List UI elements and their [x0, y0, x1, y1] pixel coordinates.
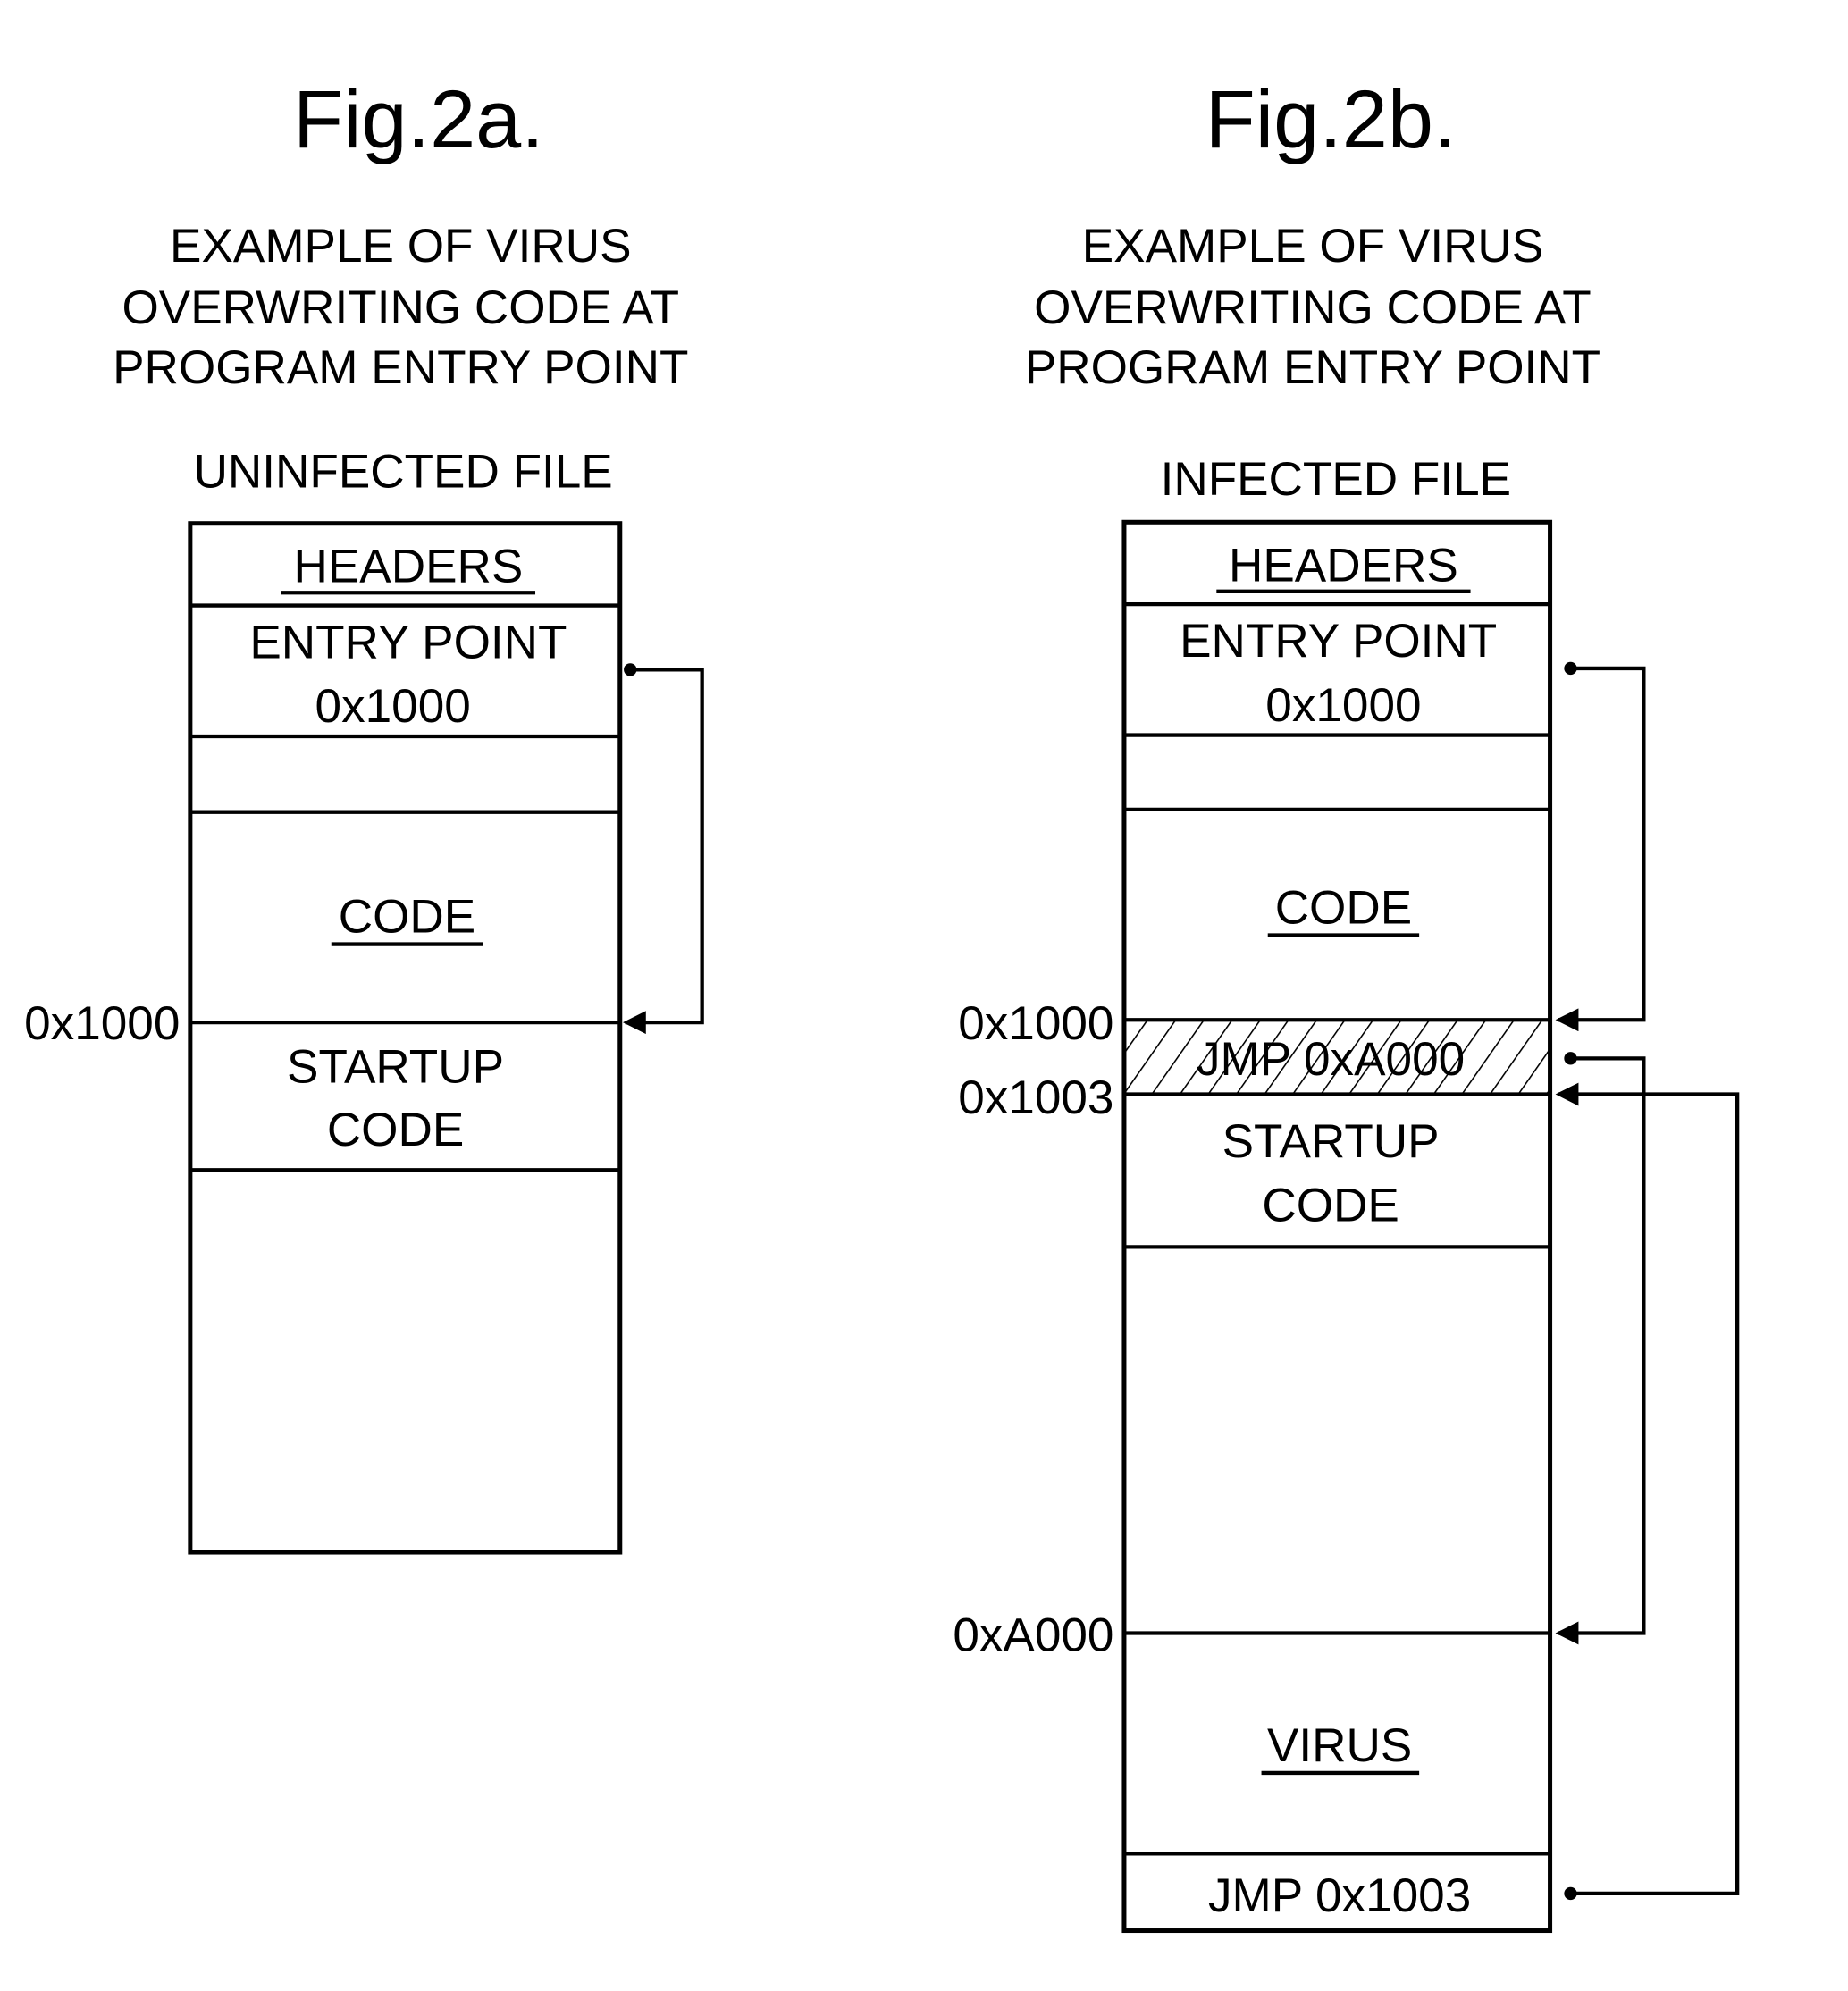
section-code: CODE: [331, 891, 483, 946]
infected-file-block: HEADERS ENTRY POINT 0x1000 CODE JMP 0xA0…: [1121, 519, 1553, 1934]
figure-caption-line: OVERWRITING CODE AT: [1034, 281, 1592, 334]
arrow-path: [622, 668, 704, 1035]
figure-2a: Fig.2a. EXAMPLE OF VIRUS OVERWRITING COD…: [24, 74, 704, 1555]
section-label: ENTRY POINT: [249, 616, 567, 668]
section-label: CODE: [327, 1104, 464, 1156]
uninfected-file-block: HEADERS ENTRY POINT 0x1000 CODE STARTUP …: [188, 521, 623, 1555]
section-label: VIRUS: [1267, 1719, 1412, 1772]
section-headers: HEADERS: [281, 541, 536, 595]
figure-2b: Fig.2b. EXAMPLE OF VIRUS OVERWRITING COD…: [953, 74, 1740, 1934]
section-label: ENTRY POINT: [1180, 615, 1497, 668]
section-label: JMP 0x1003: [1208, 1869, 1471, 1922]
jmp-back-to-startup-arrow: [1555, 1082, 1740, 1901]
section-code: CODE: [1267, 882, 1420, 937]
section-virus: VIRUS: [1261, 1719, 1420, 1776]
figure-caption-line: OVERWRITING CODE AT: [122, 281, 679, 334]
file-label: UNINFECTED FILE: [194, 446, 613, 499]
file-outline: [188, 521, 623, 1555]
patent-figure-page: Fig.2a. EXAMPLE OF VIRUS OVERWRITING COD…: [0, 0, 1848, 1991]
figure-caption-line: EXAMPLE OF VIRUS: [170, 220, 631, 273]
section-label: HEADERS: [294, 541, 524, 593]
section-label: 0x1000: [1265, 679, 1421, 732]
figure-caption-line: PROGRAM ENTRY POINT: [113, 341, 688, 394]
section-label: CODE: [339, 891, 475, 944]
section-label: JMP 0xA000: [1197, 1033, 1465, 1086]
jmp-to-virus-arrow: [1555, 1052, 1646, 1645]
address-label: 0x1000: [24, 997, 180, 1050]
entry-point-arrow: [622, 663, 704, 1035]
arrow-path: [1555, 666, 1646, 1032]
address-label: 0x1000: [958, 997, 1113, 1050]
section-label: STARTUP: [1222, 1115, 1440, 1168]
section-label: CODE: [1262, 1180, 1399, 1232]
figure-caption-line: EXAMPLE OF VIRUS: [1082, 220, 1543, 273]
address-label: 0x1003: [958, 1071, 1113, 1124]
section-headers: HEADERS: [1216, 539, 1471, 593]
arrow-path: [1555, 1082, 1740, 1896]
file-label: INFECTED FILE: [1161, 453, 1511, 506]
section-jmp-0x1003: JMP 0x1003: [1208, 1869, 1471, 1922]
section-label: 0x1000: [315, 680, 471, 733]
figure-caption-line: PROGRAM ENTRY POINT: [1025, 341, 1600, 394]
figure-title: Fig.2a.: [293, 74, 544, 165]
section-label: CODE: [1275, 882, 1412, 935]
address-label: 0xA000: [953, 1609, 1113, 1662]
arrow-path: [1555, 1056, 1646, 1645]
diagram-canvas: Fig.2a. EXAMPLE OF VIRUS OVERWRITING COD…: [24, 74, 1740, 1934]
section-label: STARTUP: [287, 1041, 504, 1094]
figure-title: Fig.2b.: [1205, 74, 1457, 165]
section-jmp-0xa000: JMP 0xA000: [1197, 1033, 1465, 1086]
entry-point-arrow: [1555, 661, 1646, 1032]
section-label: HEADERS: [1229, 539, 1458, 592]
